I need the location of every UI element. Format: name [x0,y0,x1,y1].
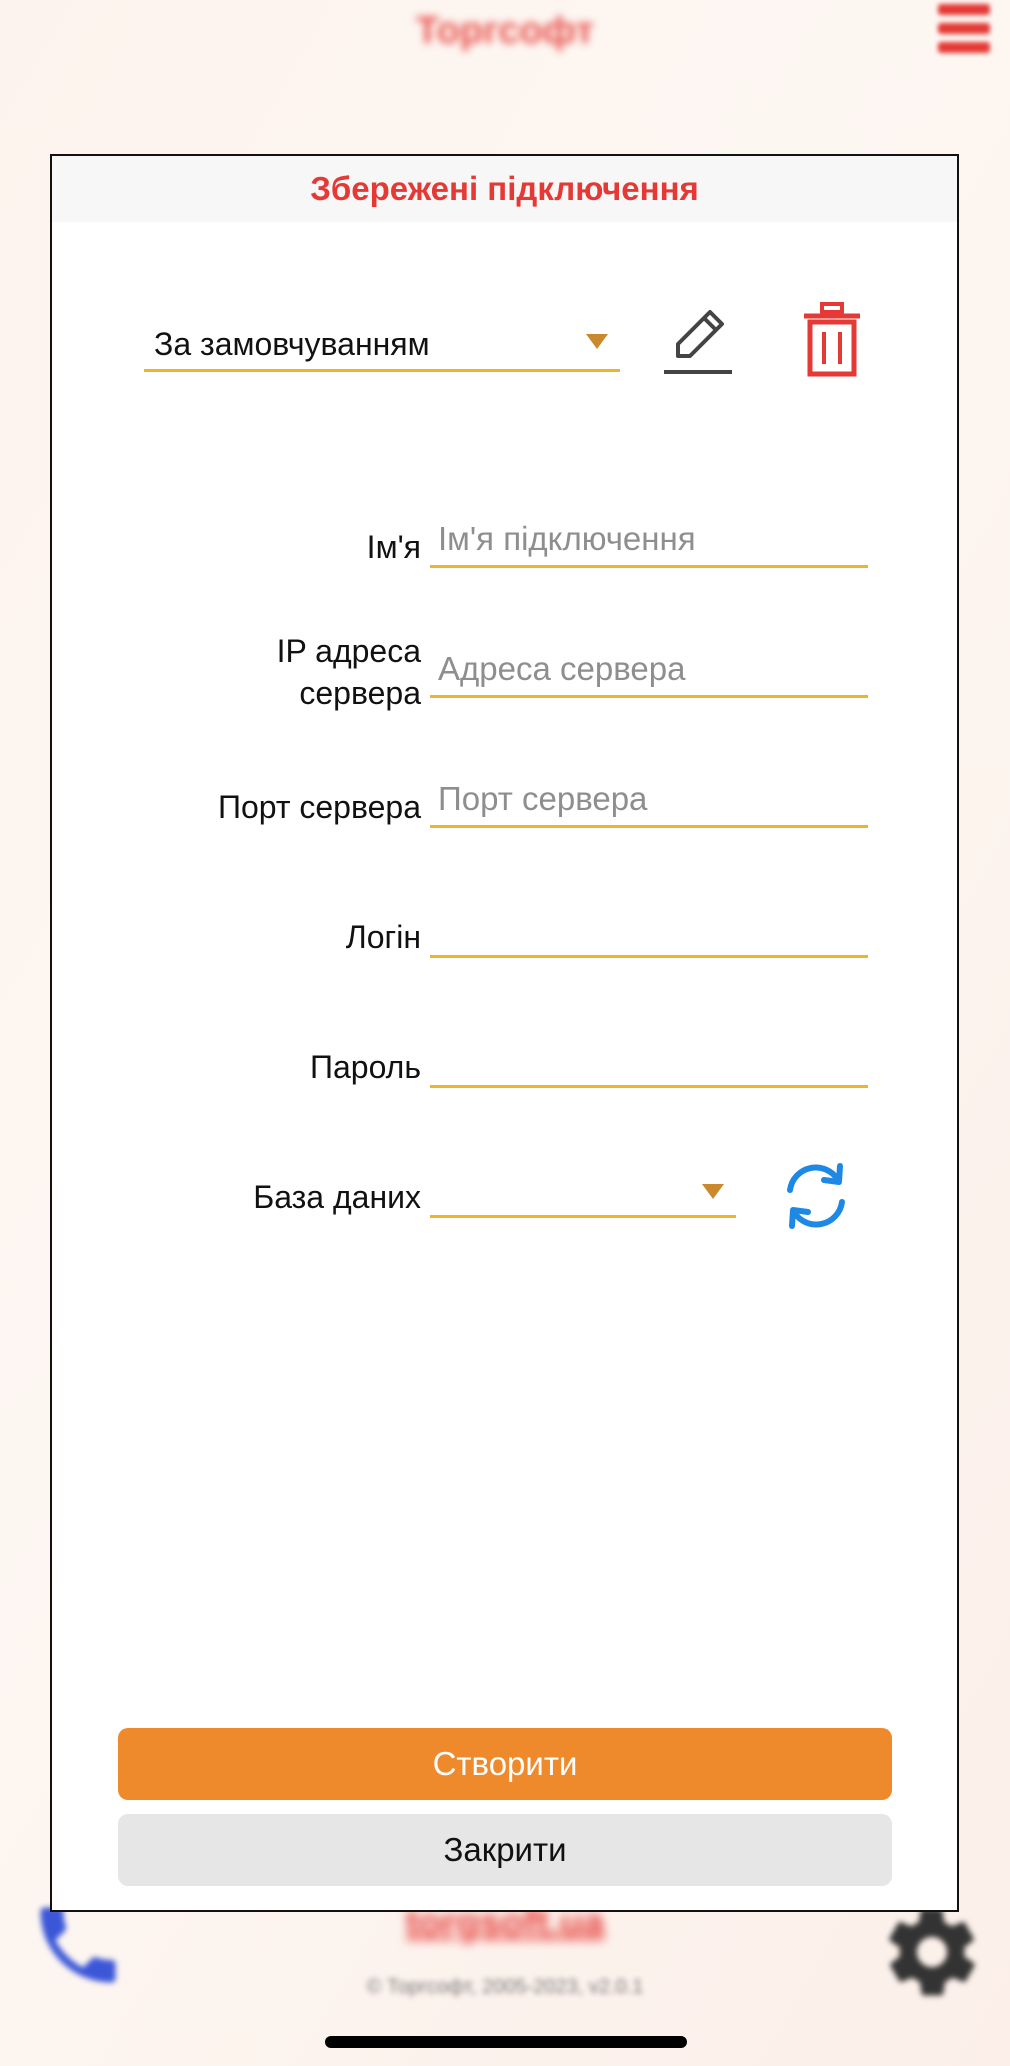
database-row: База даних [52,1162,961,1262]
close-button[interactable]: Закрити [118,1814,892,1886]
create-button[interactable]: Створити [118,1728,892,1800]
port-label: Порт сервера [217,789,421,825]
pencil-icon [664,310,732,374]
saved-connections-dialog: Збережені підключення За замовчуванням І… [50,154,959,1912]
edit-connection-button[interactable] [664,304,742,380]
chevron-down-icon [586,334,608,349]
ip-field-wrap [430,642,868,698]
gear-icon[interactable] [880,1900,984,2009]
saved-connection-value: За замовчуванням [154,326,430,362]
port-row: Порт сервера [52,772,961,872]
home-indicator [325,2036,687,2048]
hamburger-menu-icon[interactable] [938,4,990,58]
password-input[interactable] [430,1032,868,1085]
password-field-wrap [430,1032,868,1088]
ip-row: IP адреса сервера [52,633,961,742]
login-input[interactable] [430,902,868,955]
saved-connection-select[interactable]: За замовчуванням [144,316,620,372]
copyright-text: © Торгсофт, 2005-2023, v2.0.1 [366,1976,644,1998]
server-port-input[interactable] [430,772,868,825]
refresh-databases-button[interactable] [776,1156,856,1236]
app-brand: Торгсофт [415,10,595,52]
login-field-wrap [430,902,868,958]
delete-connection-button[interactable] [800,302,864,378]
trash-icon [804,302,860,377]
login-label: Логін [345,919,421,955]
ip-label-line2: сервера [299,675,421,711]
port-field-wrap [430,772,868,828]
name-field-wrap [430,512,868,568]
chevron-down-icon [702,1184,724,1199]
name-row: Ім'я [52,512,961,612]
password-label: Пароль [309,1049,421,1085]
refresh-icon [787,1163,845,1229]
password-row: Пароль [52,1032,961,1132]
dialog-title: Збережені підключення [52,156,957,222]
ip-label-line1: IP адреса [276,633,421,669]
database-select[interactable] [430,1162,736,1218]
database-label: База даних [253,1179,421,1215]
connection-name-input[interactable] [430,512,868,565]
name-label: Ім'я [366,529,421,565]
login-row: Логін [52,902,961,1002]
server-ip-input[interactable] [430,642,868,695]
